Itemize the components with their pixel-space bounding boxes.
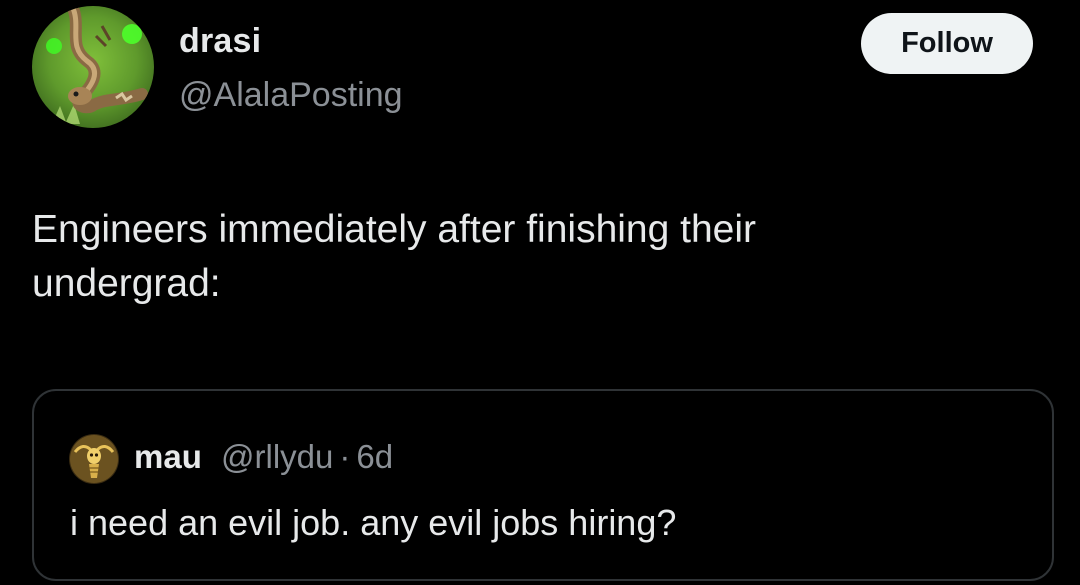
lizard-avatar-icon	[32, 6, 154, 128]
separator-dot: ·	[339, 438, 351, 475]
author-display-name[interactable]: drasi	[179, 22, 261, 61]
author-avatar[interactable]	[32, 6, 154, 128]
quoted-author-avatar[interactable]	[69, 434, 119, 484]
follow-button[interactable]: Follow	[861, 13, 1033, 74]
quoted-tweet-text: i need an evil job. any evil jobs hiring…	[70, 502, 677, 543]
golden-skeleton-avatar-icon	[69, 434, 119, 484]
tweet-text: Engineers immediately after finishing th…	[32, 208, 757, 305]
quoted-timestamp[interactable]: 6d	[356, 438, 393, 475]
quoted-author-handle[interactable]: @rllydu	[221, 438, 333, 475]
quoted-tweet-header: mau @rllydu · 6d	[134, 438, 393, 476]
author-handle[interactable]: @AlalaPosting	[179, 76, 403, 115]
quoted-tweet-card[interactable]: mau @rllydu · 6d i need an evil job. any e…	[32, 389, 1054, 581]
quoted-author-name[interactable]: mau	[134, 438, 202, 475]
tweet-card: drasi @AlalaPosting Follow Engineers imm…	[0, 0, 1080, 585]
